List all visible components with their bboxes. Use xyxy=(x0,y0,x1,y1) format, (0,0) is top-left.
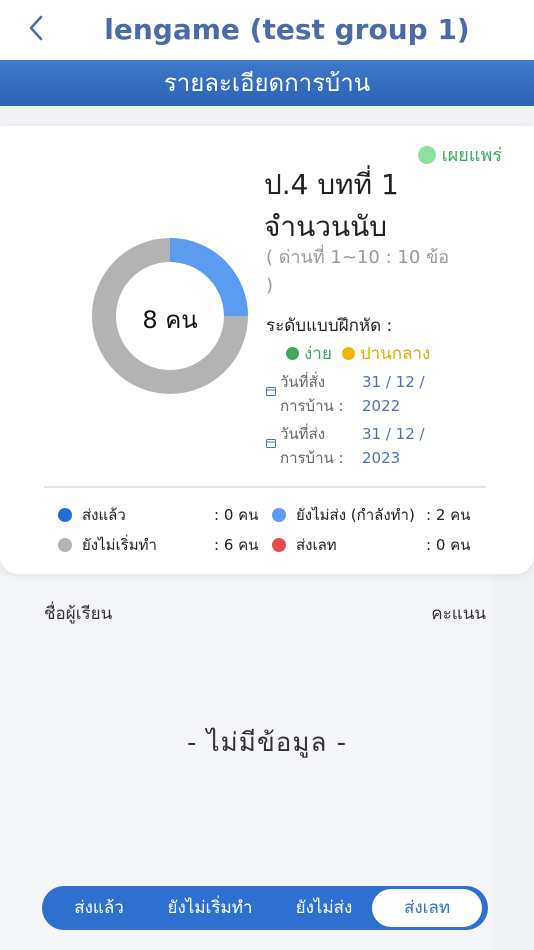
legend-submitted-count: : 0 คน xyxy=(214,506,259,524)
assigned-date-label: วันที่สั่ง การบ้าน : xyxy=(280,370,360,418)
due-date-value-line2: 2023 xyxy=(362,449,401,467)
level-label: ระดับแบบฝึกหัด : xyxy=(266,316,393,336)
legend-submitted: ส่งแล้ว xyxy=(58,503,126,527)
due-date-value-line1: 31 / 12 / xyxy=(362,425,425,443)
due-date-label: วันที่ส่ง การบ้าน : xyxy=(280,422,360,470)
due-date-label-line1: วันที่ส่ง xyxy=(280,425,326,443)
level-medium-dot-icon xyxy=(341,347,355,360)
assigned-date-value-line2: 2022 xyxy=(362,397,401,415)
section-header: รายละเอียดการบ้าน xyxy=(0,60,534,106)
status-tab-bar: ส่งแล้ว ยังไม่เริ่มทำ ยังไม่ส่ง ส่งเลท xyxy=(42,886,488,930)
legend-submitted-label: ส่งแล้ว xyxy=(82,506,126,524)
legend-late-count: : 0 คน xyxy=(426,536,471,554)
due-date-row: วันที่ส่ง การบ้าน : 31 / 12 / 2023 xyxy=(266,422,486,472)
level-medium: ปานกลาง xyxy=(341,340,431,367)
level-list: ง่าย ปานกลาง xyxy=(286,340,430,367)
assigned-date-value: 31 / 12 / 2022 xyxy=(362,370,452,418)
legend-late: ส่งเลท xyxy=(272,533,337,557)
legend-submitted-dot-icon xyxy=(58,508,72,522)
tab-not-submitted[interactable]: ยังไม่ส่ง xyxy=(276,889,372,927)
lesson-range-line2: ) xyxy=(266,275,274,296)
nav-bar: lengame (test group 1) xyxy=(0,0,534,60)
calendar-icon xyxy=(266,387,276,396)
page-title: lengame (test group 1) xyxy=(104,13,470,46)
due-date-value: 31 / 12 / 2023 xyxy=(362,422,452,470)
legend-late-label: ส่งเลท xyxy=(296,536,337,554)
column-header-student-name: ชื่อผู้เรียน xyxy=(44,604,113,624)
status-dot-icon xyxy=(417,145,436,164)
lesson-range-line1: ( ด่านที่ 1~10 : 10 ข้อ xyxy=(266,247,450,268)
empty-state-text: - ไม่มีข้อมูล - xyxy=(186,728,348,758)
legend-in-progress-dot-icon xyxy=(272,508,286,522)
assigned-date-value-line1: 31 / 12 / xyxy=(362,373,425,391)
tab-late[interactable]: ส่งเลท xyxy=(372,889,482,927)
due-date-label-line2: การบ้าน : xyxy=(280,449,344,467)
lesson-title-line1: ป.4 บทที่ 1 xyxy=(264,168,399,201)
level-easy-label: ง่าย xyxy=(304,344,332,364)
level-easy-dot-icon xyxy=(286,347,299,360)
chevron-left-icon xyxy=(29,15,43,41)
lesson-title-line2: จำนวนนับ xyxy=(264,210,388,243)
tab-submitted[interactable]: ส่งแล้ว xyxy=(54,889,144,927)
legend-not-started-label: ยังไม่เริ่มทำ xyxy=(82,536,157,554)
calendar-icon xyxy=(266,439,276,448)
legend-in-progress-label: ยังไม่ส่ง (กำลังทำ) xyxy=(296,506,415,524)
assigned-date-row: วันที่สั่ง การบ้าน : 31 / 12 / 2022 xyxy=(266,370,486,420)
back-button[interactable] xyxy=(22,12,50,44)
legend-not-started: ยังไม่เริ่มทำ xyxy=(58,533,157,557)
assigned-date-label-line1: วันที่สั่ง xyxy=(280,373,326,391)
donut-center-label: 8 คน xyxy=(142,306,198,334)
lesson-title: ป.4 บทที่ 1 จำนวนนับ xyxy=(264,164,514,248)
legend-in-progress-count: : 2 คน xyxy=(426,506,471,524)
level-easy: ง่าย xyxy=(286,340,332,367)
lesson-range: ( ด่านที่ 1~10 : 10 ข้อ ) xyxy=(266,244,476,300)
assigned-date-label-line2: การบ้าน : xyxy=(280,397,344,415)
level-medium-label: ปานกลาง xyxy=(359,344,431,364)
legend-not-started-dot-icon xyxy=(58,538,72,552)
legend-in-progress: ยังไม่ส่ง (กำลังทำ) xyxy=(272,503,415,527)
column-header-score: คะแนน xyxy=(431,604,486,624)
legend-not-started-count: : 6 คน xyxy=(214,536,259,554)
legend-late-dot-icon xyxy=(272,538,286,552)
divider xyxy=(44,486,486,488)
tab-not-started[interactable]: ยังไม่เริ่มทำ xyxy=(144,889,276,927)
